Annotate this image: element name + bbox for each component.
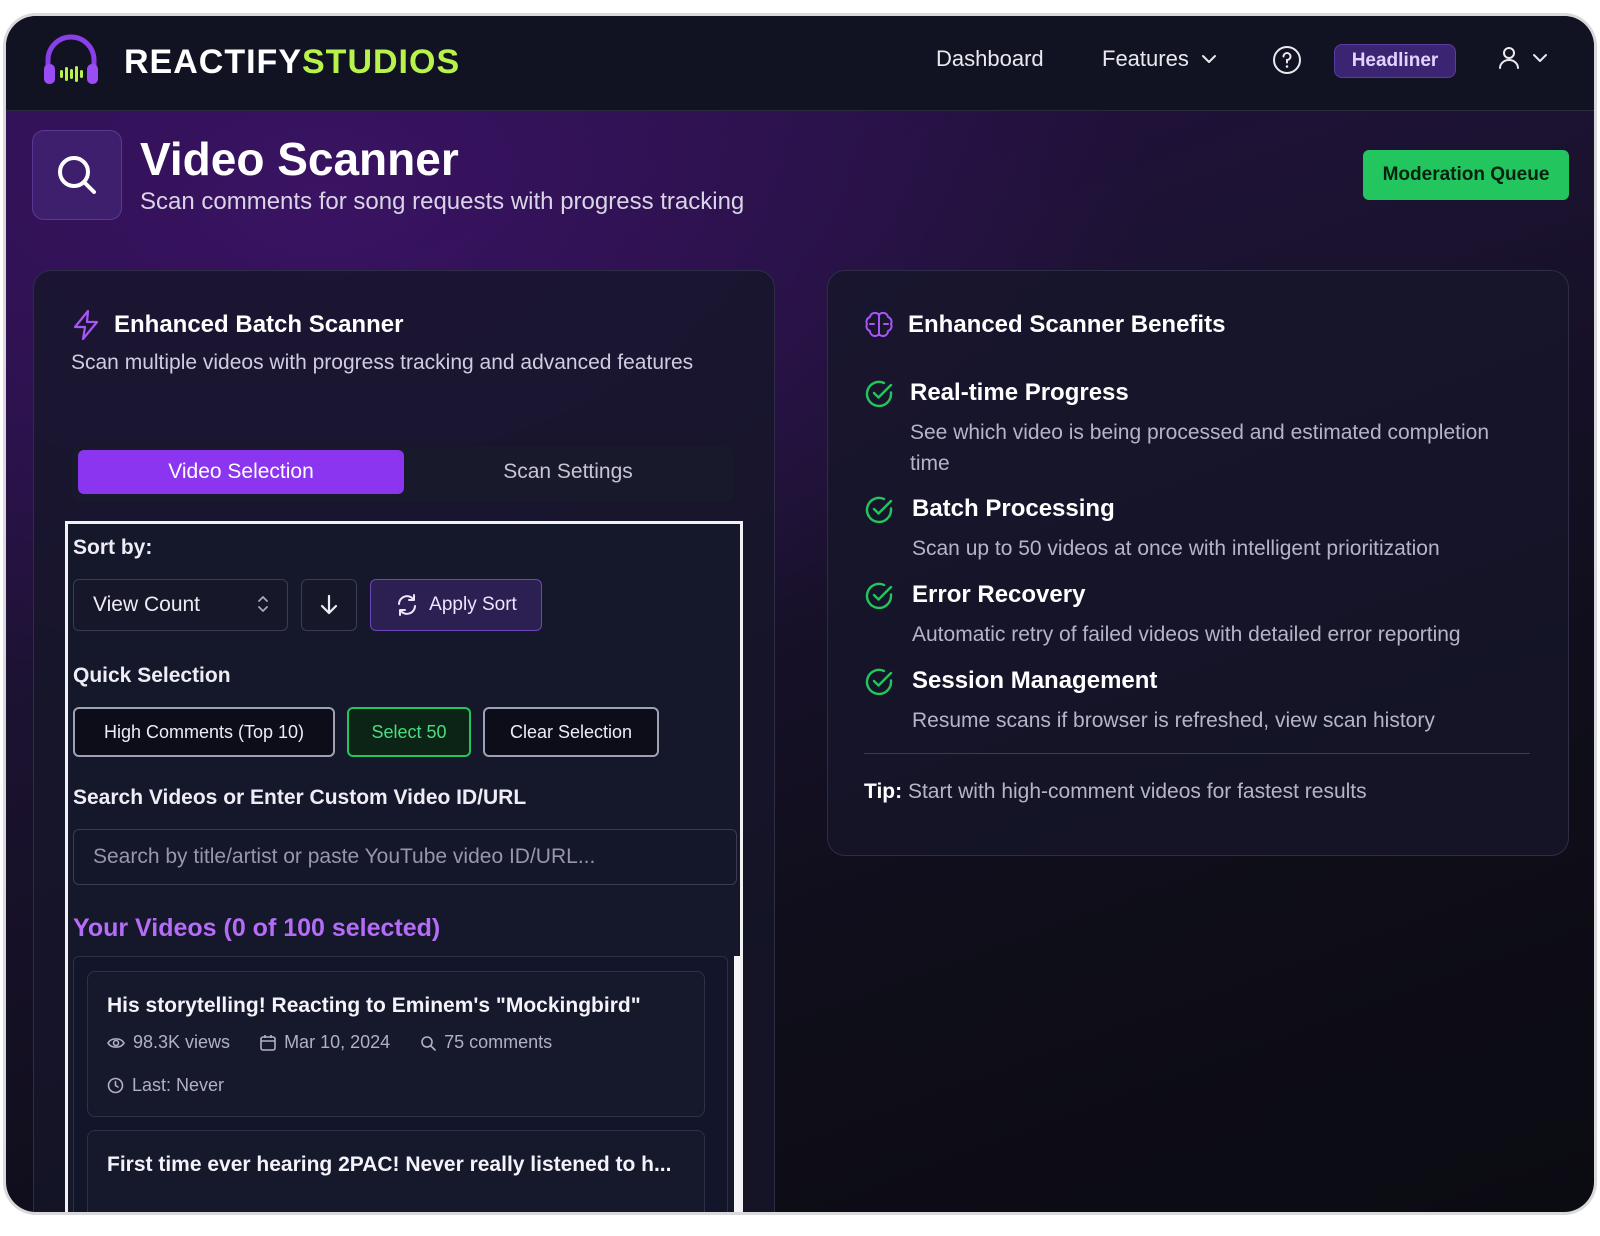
benefit-description: See which video is being processed and e… (910, 421, 1490, 475)
sort-select-value: View Count (93, 593, 201, 616)
tip-text: Tip: Start with high-comment videos for … (864, 780, 1367, 804)
tip-content: Start with high-comment videos for faste… (907, 780, 1367, 803)
benefit-title: Error Recovery (912, 581, 1086, 608)
moderation-queue-button[interactable]: Moderation Queue (1363, 150, 1569, 200)
benefit-description: Automatic retry of failed videos with de… (912, 623, 1461, 646)
chevron-up-down-icon (258, 596, 268, 612)
tab-scan-settings[interactable]: Scan Settings (406, 450, 730, 494)
sort-select[interactable]: View Count (73, 579, 288, 631)
batch-scanner-card: Enhanced Batch Scanner Scan multiple vid… (33, 270, 775, 1212)
nav-features-label: Features (1102, 46, 1189, 71)
divider (864, 753, 1530, 754)
search-label: Search Videos or Enter Custom Video ID/U… (73, 786, 527, 809)
user-menu[interactable] (1498, 46, 1548, 70)
page-subtitle: Scan comments for song requests with pro… (140, 188, 745, 215)
video-comments: 75 comments (444, 1032, 553, 1052)
top-navbar: REACTIFYSTUDIOS Dashboard Features Headl… (6, 16, 1594, 111)
quick-selection-label: Quick Selection (73, 664, 231, 687)
batch-scanner-title: Enhanced Batch Scanner (114, 311, 404, 338)
video-last-scan: Last: Never (107, 1075, 224, 1096)
help-icon[interactable] (1271, 44, 1303, 76)
benefit-description: Resume scans if browser is refreshed, vi… (912, 709, 1435, 732)
video-title: His storytelling! Reacting to Eminem's "… (107, 994, 641, 1017)
check-circle-icon (865, 668, 893, 696)
sort-label: Sort by: (73, 536, 153, 559)
video-last-scan-text: Last: Never (132, 1075, 225, 1095)
page-icon (32, 130, 122, 220)
brand-part1: REACTIFY (124, 43, 302, 81)
brand-part2: STUDIOS (302, 43, 461, 81)
select-50-button[interactable]: Select 50 (347, 707, 471, 757)
scrollbar-thumb[interactable] (740, 960, 743, 974)
video-date: Mar 10, 2024 (284, 1032, 391, 1052)
brand-name[interactable]: REACTIFYSTUDIOS (124, 43, 460, 82)
video-list[interactable]: His storytelling! Reacting to Eminem's "… (73, 956, 728, 1212)
search-icon (58, 156, 96, 194)
nav-features-dropdown[interactable]: Features (1102, 46, 1217, 72)
video-card[interactable]: His storytelling! Reacting to Eminem's "… (87, 971, 705, 1117)
video-selection-panel: Sort by: View Count Apply Sort Quick Sel… (65, 521, 743, 1212)
apply-sort-button[interactable]: Apply Sort (370, 579, 542, 631)
video-list-scrollbar[interactable] (734, 956, 743, 1212)
user-icon (1499, 47, 1519, 69)
headphones-logo-icon[interactable] (40, 30, 102, 92)
benefit-title: Real-time Progress (910, 379, 1129, 406)
tip-label: Tip: (864, 780, 903, 803)
benefit-description: Scan up to 50 videos at once with intell… (912, 537, 1440, 560)
app-window: REACTIFYSTUDIOS Dashboard Features Headl… (6, 16, 1594, 1212)
check-circle-icon (865, 380, 893, 408)
video-card[interactable]: First time ever hearing 2PAC! Never real… (87, 1130, 705, 1212)
tab-video-selection[interactable]: Video Selection (78, 450, 404, 494)
eye-icon (107, 1037, 125, 1048)
scanner-benefits-card: Enhanced Scanner Benefits Real-time Prog… (827, 270, 1569, 856)
clear-selection-button[interactable]: Clear Selection (483, 707, 659, 757)
apply-sort-label: Apply Sort (429, 594, 517, 615)
video-search-input[interactable] (73, 829, 737, 885)
check-circle-icon (865, 496, 893, 524)
lightning-icon (73, 309, 99, 341)
high-comments-button[interactable]: High Comments (Top 10) (73, 707, 335, 757)
calendar-icon (260, 1035, 276, 1051)
video-title: First time ever hearing 2PAC! Never real… (107, 1153, 672, 1176)
check-circle-icon (865, 582, 893, 610)
video-views: 98.3K views (133, 1032, 231, 1052)
nav-dashboard-link[interactable]: Dashboard (936, 46, 1044, 72)
search-icon (421, 1035, 436, 1051)
benefit-title: Session Management (912, 667, 1158, 694)
brain-icon (865, 311, 893, 337)
benefit-title: Batch Processing (912, 495, 1115, 522)
video-meta: 98.3K views Mar 10, 2024 75 comments (107, 1032, 552, 1053)
benefits-title: Enhanced Scanner Benefits (908, 311, 1226, 338)
sort-direction-button[interactable] (301, 579, 357, 631)
arrow-down-icon (320, 594, 338, 615)
page-title: Video Scanner (140, 133, 459, 185)
chevron-down-icon (1201, 55, 1216, 63)
plan-badge: Headliner (1334, 44, 1456, 78)
chevron-down-icon (1533, 54, 1547, 62)
videos-heading: Your Videos (0 of 100 selected) (73, 914, 441, 942)
clock-icon (107, 1077, 124, 1094)
refresh-icon (398, 594, 417, 616)
batch-scanner-description: Scan multiple videos with progress track… (71, 351, 694, 374)
tab-list: Video Selection Scan Settings (72, 446, 734, 502)
